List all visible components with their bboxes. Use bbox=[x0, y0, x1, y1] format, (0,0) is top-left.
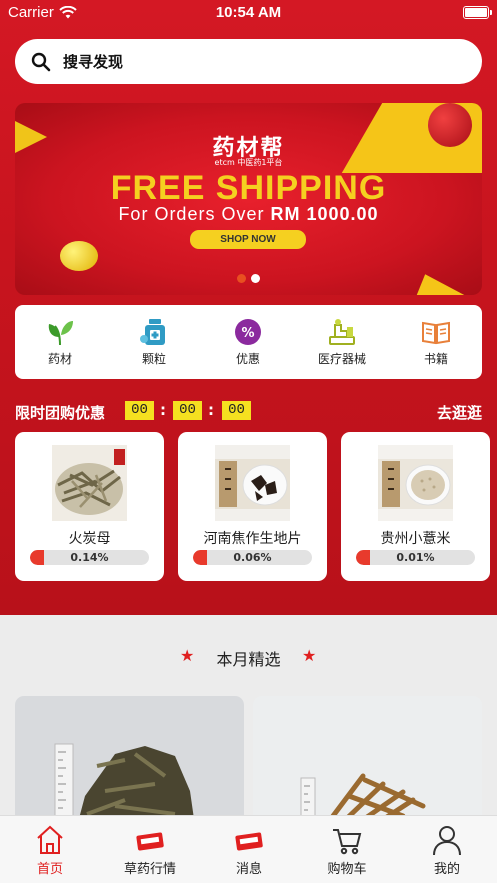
product-image bbox=[378, 445, 453, 521]
tab-messages[interactable]: 消息 bbox=[209, 824, 289, 877]
banner-ball bbox=[60, 241, 98, 271]
clock: 10:54 AM bbox=[215, 4, 282, 21]
featured-product-card[interactable] bbox=[15, 696, 244, 826]
tab-herb-market[interactable]: 草药行情 bbox=[110, 824, 190, 877]
category-bar: 药材 颗粒 % 优惠 医疗器械 书籍 bbox=[15, 305, 482, 379]
sales-percent: 0.06% bbox=[233, 551, 272, 564]
tab-home[interactable]: 首页 bbox=[10, 824, 90, 877]
medicine-bottle-icon bbox=[140, 319, 165, 345]
status-bar: Carrier 10:54 AM bbox=[0, 0, 497, 26]
search-bar[interactable]: 搜寻发现 bbox=[15, 39, 482, 84]
timer-minutes: 00 bbox=[173, 401, 202, 420]
product-image bbox=[52, 445, 127, 521]
tab-profile[interactable]: 我的 bbox=[407, 824, 487, 877]
deal-card[interactable]: 火炭母 0.14% bbox=[15, 432, 164, 581]
deal-card[interactable]: 河南焦作生地片 0.06% bbox=[178, 432, 327, 581]
banner-orders: For Orders Over RM 1000.00 bbox=[118, 204, 379, 224]
flash-sale-title: 限时团购优惠 bbox=[15, 404, 106, 422]
timer-separator: : bbox=[208, 401, 214, 419]
home-icon bbox=[37, 825, 63, 854]
promo-banner[interactable]: 药材帮 etcm 中医药1平台 FREE SHIPPING For Orders… bbox=[15, 103, 482, 295]
product-image bbox=[215, 445, 290, 521]
category-medical-devices[interactable]: 医疗器械 bbox=[297, 317, 387, 367]
shopping-cart-icon bbox=[333, 829, 362, 855]
carousel-dot[interactable] bbox=[251, 274, 260, 283]
battery-icon bbox=[463, 6, 492, 19]
svg-text:%: % bbox=[241, 326, 254, 341]
book-icon bbox=[422, 321, 450, 345]
discount-badge-icon: % bbox=[235, 319, 261, 345]
category-herbs[interactable]: 药材 bbox=[15, 317, 105, 367]
carousel-dot-active[interactable] bbox=[237, 274, 246, 283]
banner-subtitle: etcm 中医药1平台 bbox=[214, 158, 283, 167]
profile-icon bbox=[433, 826, 461, 856]
timer-separator: : bbox=[160, 401, 166, 419]
product-name: 贵州小薏米 bbox=[380, 531, 451, 547]
search-icon bbox=[31, 52, 51, 71]
search-placeholder: 搜寻发现 bbox=[63, 53, 124, 71]
shop-now-button[interactable]: SHOP NOW bbox=[190, 230, 306, 249]
message-icon bbox=[235, 832, 263, 851]
monthly-picks-title: 本月精选 bbox=[216, 650, 281, 669]
timer-seconds: 00 bbox=[222, 401, 251, 420]
tab-cart[interactable]: 购物车 bbox=[307, 824, 387, 877]
product-image bbox=[54, 743, 195, 826]
deal-card[interactable]: 贵州小薏米 0.01% bbox=[341, 432, 490, 581]
tab-bar: 首页 草药行情 消息 购物车 我的 bbox=[0, 815, 497, 883]
sales-percent: 0.01% bbox=[396, 551, 435, 564]
product-image bbox=[300, 773, 426, 826]
featured-product-card[interactable] bbox=[253, 696, 482, 826]
go-shopping-link[interactable]: 去逛逛 bbox=[437, 402, 482, 423]
category-granules[interactable]: 颗粒 bbox=[109, 317, 199, 367]
star-icon: ★ bbox=[302, 646, 317, 665]
banner-triangle bbox=[391, 261, 473, 295]
sales-percent: 0.14% bbox=[70, 551, 109, 564]
medical-device-icon bbox=[329, 319, 355, 345]
product-name: 河南焦作生地片 bbox=[203, 531, 302, 547]
category-books[interactable]: 书籍 bbox=[391, 317, 481, 367]
product-name: 火炭母 bbox=[68, 531, 111, 547]
herb-leaf-icon bbox=[48, 321, 73, 346]
banner-headline: FREE SHIPPING bbox=[110, 169, 387, 207]
category-deals[interactable]: % 优惠 bbox=[203, 317, 293, 367]
timer-hours: 00 bbox=[125, 401, 154, 420]
herb-market-icon bbox=[136, 832, 164, 851]
